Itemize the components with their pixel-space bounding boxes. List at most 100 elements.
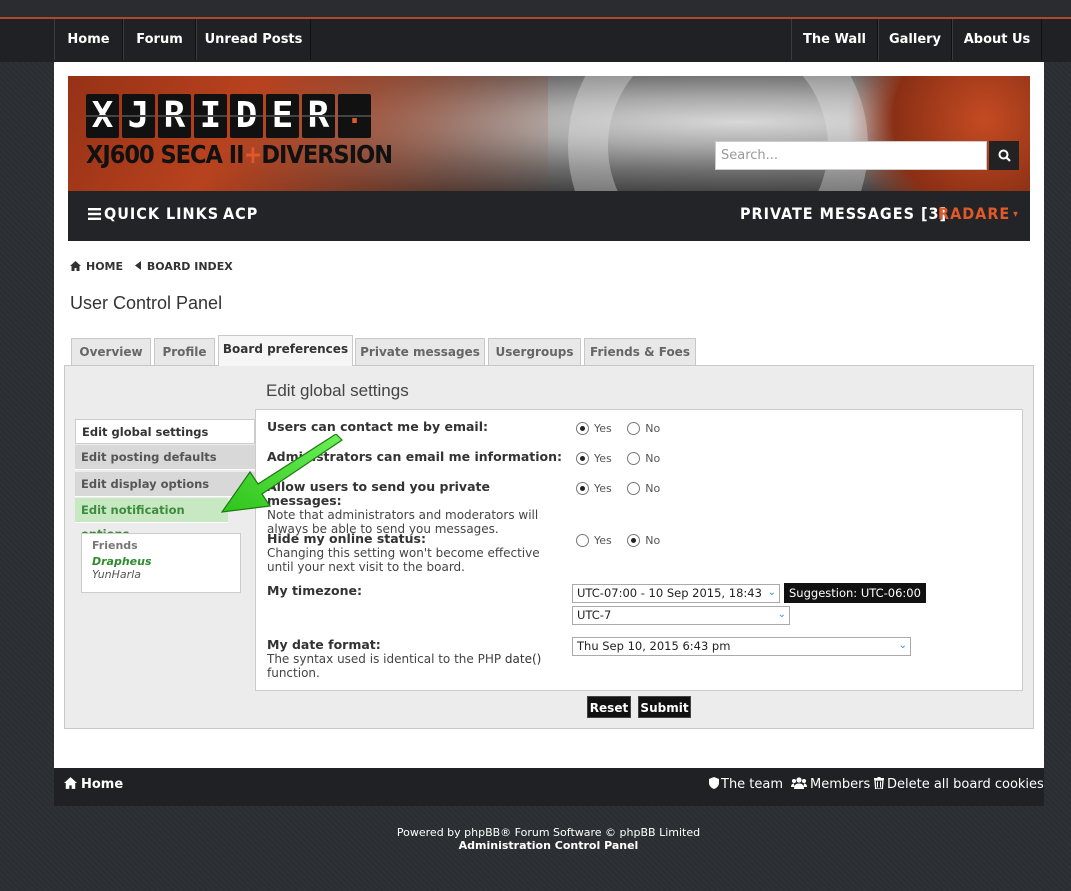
footer-home-link[interactable]: Home [64, 777, 123, 792]
powered-by: Powered by phpBB® Forum Software © phpBB… [0, 826, 1071, 852]
timezone-select[interactable]: UTC-07:00 - 10 Sep 2015, 18:43 ⌄ [572, 584, 780, 603]
acp-label: ACP [223, 204, 259, 223]
footer-team-link[interactable]: The team [709, 777, 783, 792]
site-banner: X J R I D E R . XJ600 SECA II+DIVERSION … [68, 76, 1030, 191]
radio-label: Yes [594, 451, 612, 465]
q-email-text: Users can contact me by email: [267, 419, 488, 434]
date-format-label-text: My date format: [267, 637, 381, 652]
friends-box: Friends Drapheus YunHarla [81, 533, 241, 593]
radio-pm-no[interactable] [627, 481, 641, 495]
friends-header: Friends [92, 539, 138, 552]
search-button[interactable] [989, 141, 1019, 170]
powered-line: Powered by phpBB® Forum Software © phpBB… [396, 826, 701, 839]
tab-board-preferences[interactable]: Board preferences [218, 335, 353, 366]
radio-email-yes[interactable] [576, 421, 589, 435]
radio-label: No [645, 481, 661, 495]
quick-links-menu[interactable]: QUICK LINKS [88, 191, 219, 241]
date-format-select[interactable]: Thu Sep 10, 2015 6:43 pm ⌄ [572, 637, 911, 656]
main-wrapper: X J R I D E R . XJ600 SECA II+DIVERSION … [54, 62, 1044, 768]
search-icon [998, 149, 1011, 162]
date-format-value: Thu Sep 10, 2015 6:43 pm [577, 639, 731, 653]
logo-sub-plus: + [243, 140, 263, 169]
tab-friends-foes[interactable]: Friends & Foes [584, 338, 696, 365]
submit-button[interactable]: Submit [638, 696, 691, 718]
radio-label: Yes [594, 533, 612, 547]
logo-letter: J [122, 94, 155, 138]
logo-letters: X J R I D E R . [86, 94, 392, 138]
tab-overview[interactable]: Overview [71, 338, 151, 365]
radio-label: No [645, 533, 661, 547]
tab-private-messages[interactable]: Private messages [355, 338, 485, 365]
topnav-about-us[interactable]: About Us [952, 19, 1042, 60]
footer-delete-cookies-link[interactable]: Delete all board cookies [874, 777, 1044, 792]
breadcrumb-board-index[interactable]: BOARD INDEX [147, 260, 233, 273]
q-online-radios: Yes No [576, 533, 672, 547]
top-nav: Home Forum Unread Posts The Wall Gallery… [54, 19, 1044, 60]
top-bar: Home Forum Unread Posts The Wall Gallery… [0, 0, 1071, 62]
tab-profile[interactable]: Profile [154, 338, 215, 365]
q-online-text: Hide my online status: [267, 531, 426, 546]
hamburger-icon [88, 208, 101, 220]
site-logo[interactable]: X J R I D E R . XJ600 SECA II+DIVERSION [86, 94, 393, 169]
trash-icon [874, 777, 884, 790]
timezone-zone-value: UTC-7 [577, 608, 612, 622]
logo-letter: R [158, 94, 191, 138]
settings-panel: Edit global settings Edit global setting… [64, 365, 1034, 729]
radio-online-no[interactable] [627, 533, 641, 547]
reset-button[interactable]: Reset [587, 696, 631, 718]
topnav-gallery[interactable]: Gallery [878, 19, 952, 60]
friend-item[interactable]: YunHarla [92, 568, 230, 581]
topnav-unread-posts[interactable]: Unread Posts [196, 19, 311, 60]
chevron-down-icon: ⌄ [777, 609, 786, 620]
radio-email-no[interactable] [627, 421, 641, 435]
topnav-wall-label: The Wall [802, 32, 867, 47]
topnav-the-wall[interactable]: The Wall [791, 19, 878, 60]
shield-icon [709, 777, 719, 789]
logo-sub-b: DIVERSION [261, 140, 393, 169]
date-exp-pre: The syntax used is identical to the PHP [267, 652, 502, 666]
radio-label: Yes [594, 481, 612, 495]
timezone-value: UTC-07:00 - 10 Sep 2015, 18:43 [577, 586, 762, 600]
user-menu[interactable]: RADARE ▾ [938, 191, 1019, 241]
acp-link[interactable]: ACP [223, 191, 258, 241]
main-navbar: QUICK LINKS ACP PRIVATE MESSAGES [3] RAD… [68, 191, 1030, 241]
quick-links-label: QUICK LINKS [104, 204, 220, 223]
private-messages-link[interactable]: PRIVATE MESSAGES [3] [740, 191, 947, 241]
banner-wheel-ring [568, 76, 868, 191]
radio-label: No [645, 451, 661, 465]
logo-letter: E [266, 94, 299, 138]
q-email-label: Users can contact me by email: [267, 420, 488, 434]
topnav-about-label: About Us [963, 32, 1031, 47]
breadcrumb-home[interactable]: HOME [86, 260, 123, 273]
logo-subtitle: XJ600 SECA II+DIVERSION [86, 140, 393, 169]
timezone-suggestion[interactable]: Suggestion: UTC-06:00 [784, 583, 926, 603]
acp-link-footer[interactable]: Administration Control Panel [0, 839, 1071, 852]
friend-item[interactable]: Drapheus [92, 555, 230, 568]
timezone-label: My timezone: [267, 584, 362, 598]
radio-online-yes[interactable] [576, 533, 589, 547]
q-email-radios: Yes No [576, 421, 672, 435]
footer-delete-cookies-label: Delete all board cookies [887, 777, 1044, 792]
q-online-explain: Changing this setting won't become effec… [267, 546, 540, 574]
sidebar-item-notification-options[interactable]: Edit notification options [75, 498, 228, 541]
radio-admin-yes[interactable] [576, 451, 589, 465]
date-format-label: My date format: The syntax used is identi… [267, 637, 557, 681]
topnav-home[interactable]: Home [54, 19, 123, 60]
tab-usergroups[interactable]: Usergroups [488, 338, 581, 365]
footer-members-link[interactable]: Members [791, 777, 870, 792]
radio-pm-yes[interactable] [576, 481, 589, 495]
date-exp-post: function. [267, 666, 320, 680]
username-label: RADARE [938, 204, 1011, 223]
topnav-forum[interactable]: Forum [123, 19, 196, 60]
logo-letter: I [194, 94, 227, 138]
annotation-arrow-icon [220, 434, 343, 513]
chevron-down-icon: ⌄ [767, 587, 776, 598]
radio-admin-no[interactable] [627, 451, 641, 465]
timezone-zone-select[interactable]: UTC-7 ⌄ [572, 606, 790, 625]
date-function-link[interactable]: date() [505, 652, 541, 666]
home-icon [70, 261, 81, 271]
footer-team-label: The team [721, 777, 784, 792]
search-input[interactable]: Search... [715, 141, 987, 170]
timezone-label-text: My timezone: [267, 583, 362, 598]
q-online-label: Hide my online status: Changing this sett… [267, 531, 557, 575]
